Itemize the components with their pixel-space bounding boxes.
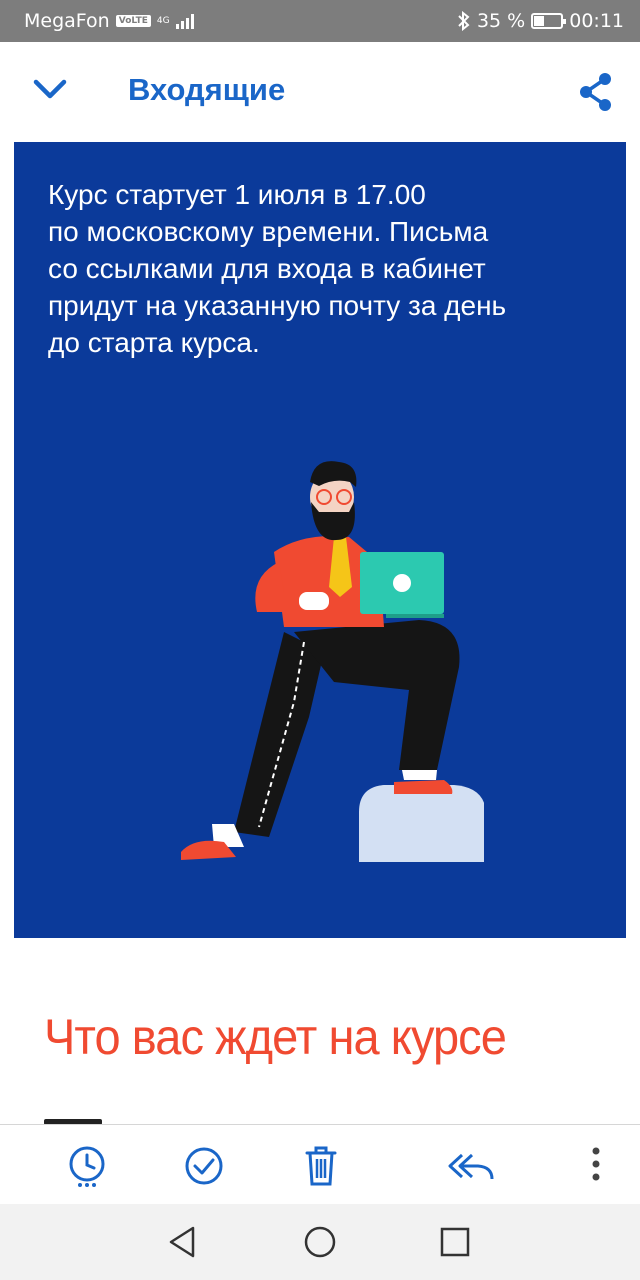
carrier-name: MegaFon [24, 10, 110, 32]
volte-badge: VoLTE [115, 15, 151, 27]
signal-icon [175, 14, 194, 29]
status-left: MegaFon VoLTE 4G [24, 10, 198, 32]
network-type: 4G [156, 15, 170, 26]
home-circle-icon[interactable] [300, 1222, 340, 1262]
banner-text: Курс стартует 1 июля в 17.00 по московск… [48, 179, 507, 358]
share-icon[interactable] [578, 72, 614, 112]
battery-icon [531, 13, 567, 29]
partially-visible-body-text [44, 1108, 244, 1124]
section-heading: Что вас ждет на курсе [44, 1009, 507, 1065]
status-bar: MegaFon VoLTE 4G 35 % 00:11 [0, 0, 640, 42]
reply-all-icon[interactable] [448, 1143, 494, 1189]
snooze-icon[interactable] [64, 1143, 110, 1189]
app-header: Входящие [0, 42, 640, 142]
folder-title: Входящие [128, 72, 286, 107]
chevron-down-icon[interactable] [30, 74, 70, 104]
more-vert-icon[interactable] [576, 1143, 616, 1189]
bottom-toolbar [0, 1124, 640, 1204]
mark-done-icon[interactable] [181, 1143, 227, 1189]
back-triangle-icon[interactable] [163, 1222, 203, 1262]
recents-square-icon[interactable] [435, 1222, 475, 1262]
system-nav-bar [0, 1204, 640, 1280]
battery-percent: 35 % [476, 10, 526, 32]
clock-time: 00:11 [569, 10, 624, 32]
man-with-laptop-illustration [181, 461, 484, 862]
promo-banner: Курс стартует 1 июля в 17.00 по московск… [14, 142, 626, 938]
bluetooth-icon [458, 11, 470, 31]
status-right: 35 % 00:11 [457, 10, 624, 32]
trash-icon[interactable] [298, 1143, 344, 1189]
